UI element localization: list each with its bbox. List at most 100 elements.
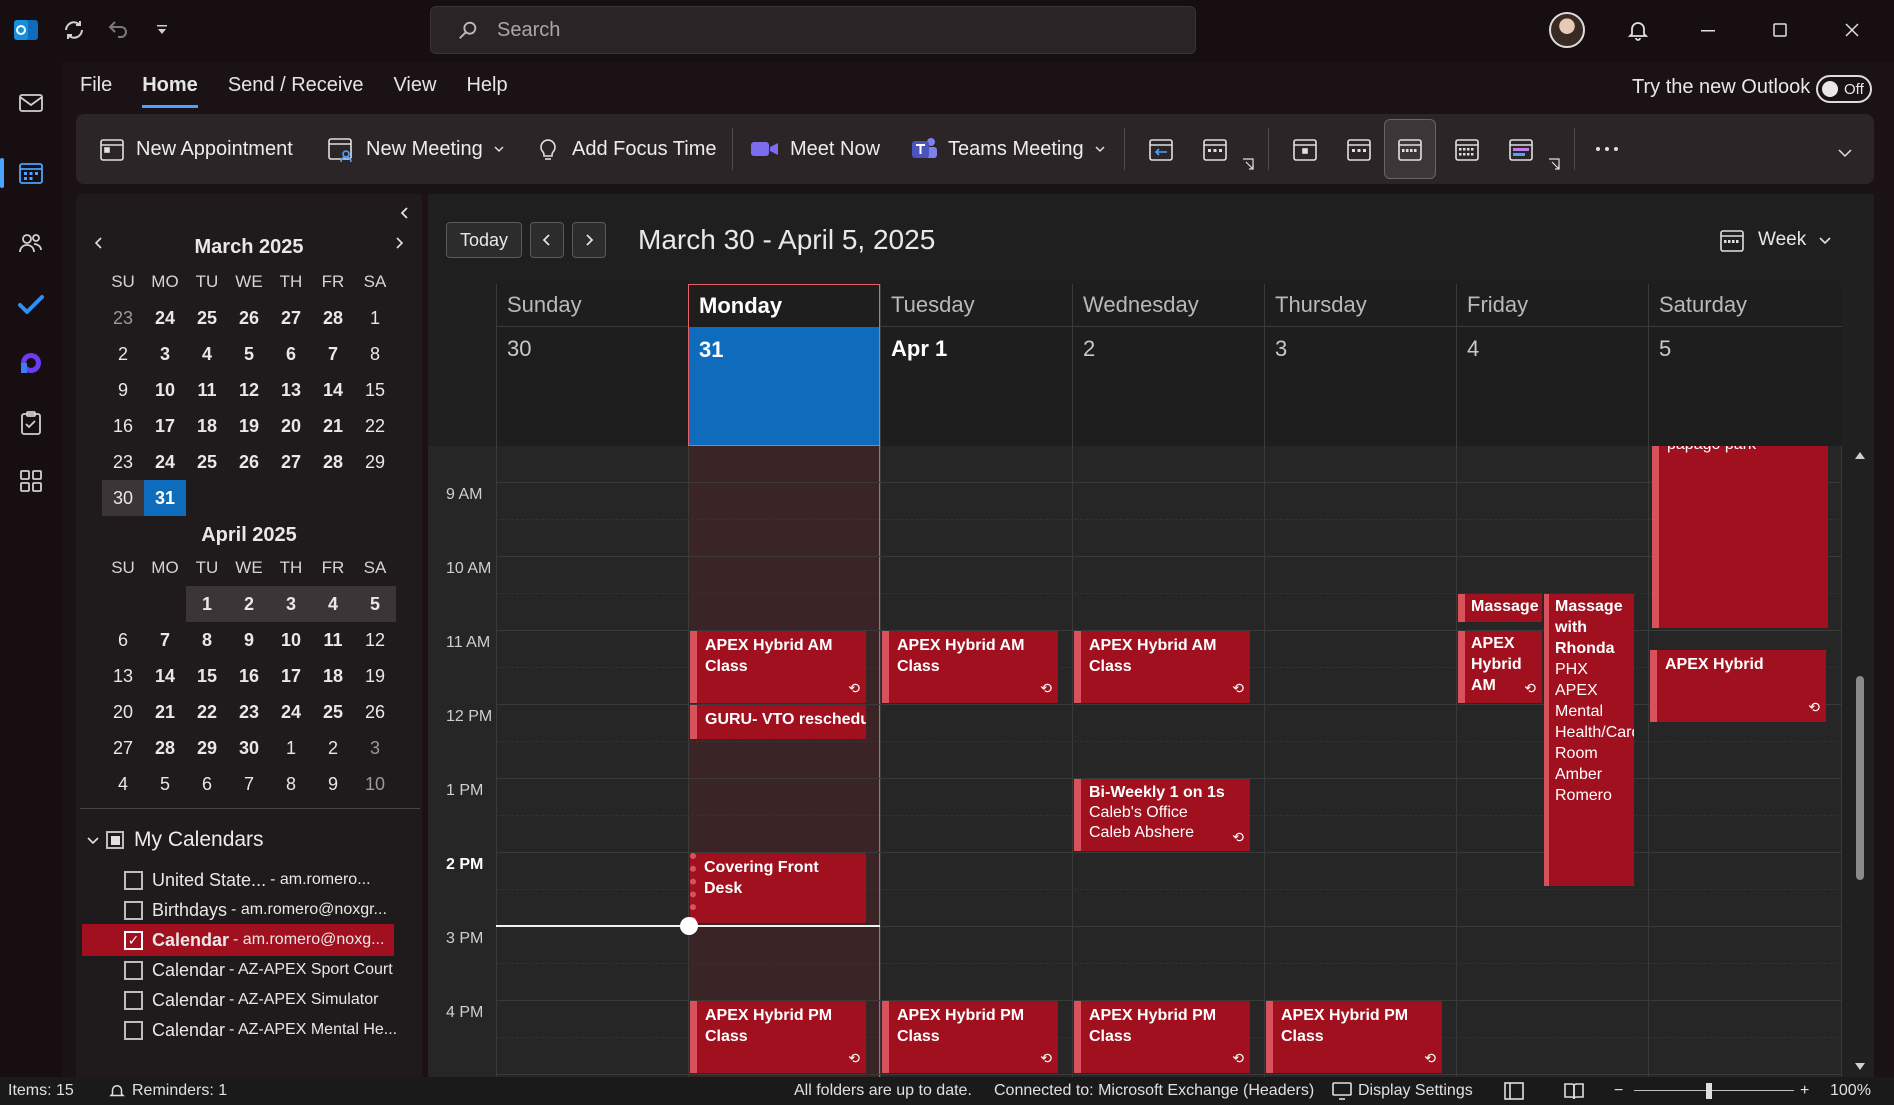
tab-send-receive[interactable]: Send / Receive: [228, 74, 364, 108]
day-cell[interactable]: 13: [270, 372, 312, 408]
day-cell[interactable]: 24: [144, 444, 186, 480]
month-view-icon[interactable]: [1446, 128, 1488, 170]
event-monday-hybrid-am[interactable]: APEX Hybrid AM Class ⟲: [690, 631, 866, 703]
todo-icon[interactable]: [8, 282, 54, 328]
day-cell[interactable]: 18: [312, 658, 354, 694]
calendar-item[interactable]: Calendar - AZ-APEX Sport Court: [124, 954, 393, 986]
undo-icon[interactable]: [102, 14, 134, 46]
reading-view-icon[interactable]: [1564, 1082, 1584, 1100]
day-cell[interactable]: 15: [354, 372, 396, 408]
scroll-down-icon[interactable]: [1854, 1062, 1866, 1072]
calendar-item[interactable]: Birthdays - am.romero@noxgr...: [124, 894, 387, 926]
day-cell[interactable]: 4: [312, 586, 354, 622]
day-cell[interactable]: 18: [186, 408, 228, 444]
event-wednesday-hybrid-pm[interactable]: APEX Hybrid PM Class ⟲: [1074, 1001, 1250, 1073]
event-thursday-hybrid-pm[interactable]: APEX Hybrid PM Class ⟲: [1266, 1001, 1442, 1073]
day-cell[interactable]: 5: [144, 766, 186, 802]
tasks-icon[interactable]: [8, 400, 54, 446]
tab-help[interactable]: Help: [466, 74, 507, 108]
day-cell[interactable]: 10: [144, 372, 186, 408]
people-icon[interactable]: [8, 220, 54, 266]
day-cell[interactable]: 21: [312, 408, 354, 444]
group-checkbox[interactable]: [106, 831, 124, 849]
day-cell[interactable]: 8: [270, 766, 312, 802]
event-monday-guru[interactable]: GURU- VTO reschedu: [690, 705, 866, 739]
event-thursday-hybrid-am[interactable]: APEX Hybrid AM ⟲: [1458, 631, 1542, 703]
day-view-icon[interactable]: [1284, 128, 1326, 170]
day-cell[interactable]: 10: [270, 622, 312, 658]
day-cell[interactable]: 5: [354, 586, 396, 622]
try-new-outlook-toggle[interactable]: Off: [1816, 75, 1872, 103]
day-cell[interactable]: 22: [186, 694, 228, 730]
day-cell[interactable]: 8: [186, 622, 228, 658]
day-cell[interactable]: 7: [144, 622, 186, 658]
minimize-icon[interactable]: [1692, 14, 1724, 46]
event-wednesday-hybrid-am[interactable]: APEX Hybrid AM Class ⟲: [1074, 631, 1250, 703]
add-focus-time-button[interactable]: Add Focus Time: [534, 114, 717, 184]
zoom-out-button[interactable]: −: [1614, 1082, 1623, 1100]
calendar-checkbox[interactable]: [124, 870, 143, 890]
day-cell[interactable]: 25: [312, 694, 354, 730]
day-cell[interactable]: 25: [186, 300, 228, 336]
tab-view[interactable]: View: [393, 74, 436, 108]
day-cell[interactable]: 20: [270, 408, 312, 444]
new-meeting-button[interactable]: New Meeting: [326, 114, 505, 184]
day-cell[interactable]: 28: [144, 730, 186, 766]
day-cell[interactable]: 29: [186, 730, 228, 766]
day-cell[interactable]: 3: [144, 336, 186, 372]
day-cell[interactable]: 19: [228, 408, 270, 444]
time-grid[interactable]: 9 AM 10 AM 11 AM 12 PM 1 PM 2 PM 3 PM 4 …: [428, 446, 1842, 1077]
day-column-header-saturday[interactable]: Saturday 5: [1648, 284, 1842, 446]
chevron-down-icon[interactable]: [1094, 143, 1106, 155]
dialog-launcher-icon[interactable]: [1238, 154, 1258, 174]
day-cell[interactable]: 12: [354, 622, 396, 658]
go-to-today-icon[interactable]: [1140, 128, 1182, 170]
day-cell[interactable]: 3: [354, 730, 396, 766]
day-cell[interactable]: 28: [312, 300, 354, 336]
maximize-icon[interactable]: [1764, 14, 1796, 46]
collapse-pane-icon[interactable]: [398, 206, 412, 220]
day-cell[interactable]: 2: [312, 730, 354, 766]
day-cell[interactable]: 25: [186, 444, 228, 480]
schedule-view-icon[interactable]: [1500, 128, 1542, 170]
day-cell[interactable]: 6: [186, 766, 228, 802]
zoom-in-button[interactable]: +: [1800, 1082, 1809, 1100]
calendar-item[interactable]: Calendar - AZ-APEX Mental He...: [124, 1014, 397, 1046]
calendar-checkbox[interactable]: [124, 990, 143, 1010]
display-settings-button[interactable]: Display Settings: [1358, 1082, 1473, 1100]
teams-meeting-button[interactable]: Teams Meeting: [910, 114, 1106, 184]
day-cell[interactable]: 26: [354, 694, 396, 730]
scroll-up-icon[interactable]: [1854, 450, 1866, 460]
day-cell[interactable]: 6: [270, 336, 312, 372]
day-cell[interactable]: 27: [270, 300, 312, 336]
event-friday-hybrid[interactable]: APEX Hybrid ⟲: [1650, 650, 1826, 722]
next-week-button[interactable]: [572, 222, 606, 258]
day-cell[interactable]: 23: [228, 694, 270, 730]
day-cell[interactable]: 30: [102, 480, 144, 516]
dialog-launcher-icon[interactable]: [1544, 154, 1564, 174]
event-tuesday-hybrid-pm[interactable]: APEX Hybrid PM Class ⟲: [882, 1001, 1058, 1073]
day-cell[interactable]: 27: [270, 444, 312, 480]
day-cell[interactable]: 3: [270, 586, 312, 622]
day-cell[interactable]: 9: [228, 622, 270, 658]
calendar-checkbox[interactable]: [124, 960, 143, 980]
my-calendars-group[interactable]: My Calendars: [86, 828, 264, 852]
day-cell[interactable]: 17: [270, 658, 312, 694]
event-tuesday-hybrid-am[interactable]: APEX Hybrid AM Class ⟲: [882, 631, 1058, 703]
day-column-header-friday[interactable]: Friday 4: [1456, 284, 1648, 446]
tab-file[interactable]: File: [80, 74, 112, 108]
day-column-header-monday[interactable]: Monday 31: [688, 284, 880, 446]
event-monday-hybrid-pm[interactable]: APEX Hybrid PM Class ⟲: [690, 1001, 866, 1073]
next-7-days-icon[interactable]: [1194, 128, 1236, 170]
reminders-count[interactable]: Reminders: 1: [132, 1082, 227, 1100]
customize-quick-access-icon[interactable]: [146, 14, 178, 46]
day-cell[interactable]: 20: [102, 694, 144, 730]
event-thursday-massage[interactable]: Massage: [1458, 594, 1542, 622]
copilot-icon[interactable]: [8, 340, 54, 386]
tab-home[interactable]: Home: [142, 74, 198, 108]
day-column-header-tuesday[interactable]: Tuesday Apr 1: [880, 284, 1072, 446]
apps-icon[interactable]: [8, 458, 54, 504]
calendar-item[interactable]: Calendar - AZ-APEX Simulator: [124, 984, 378, 1016]
day-cell[interactable]: 15: [186, 658, 228, 694]
avatar[interactable]: [1549, 12, 1585, 48]
